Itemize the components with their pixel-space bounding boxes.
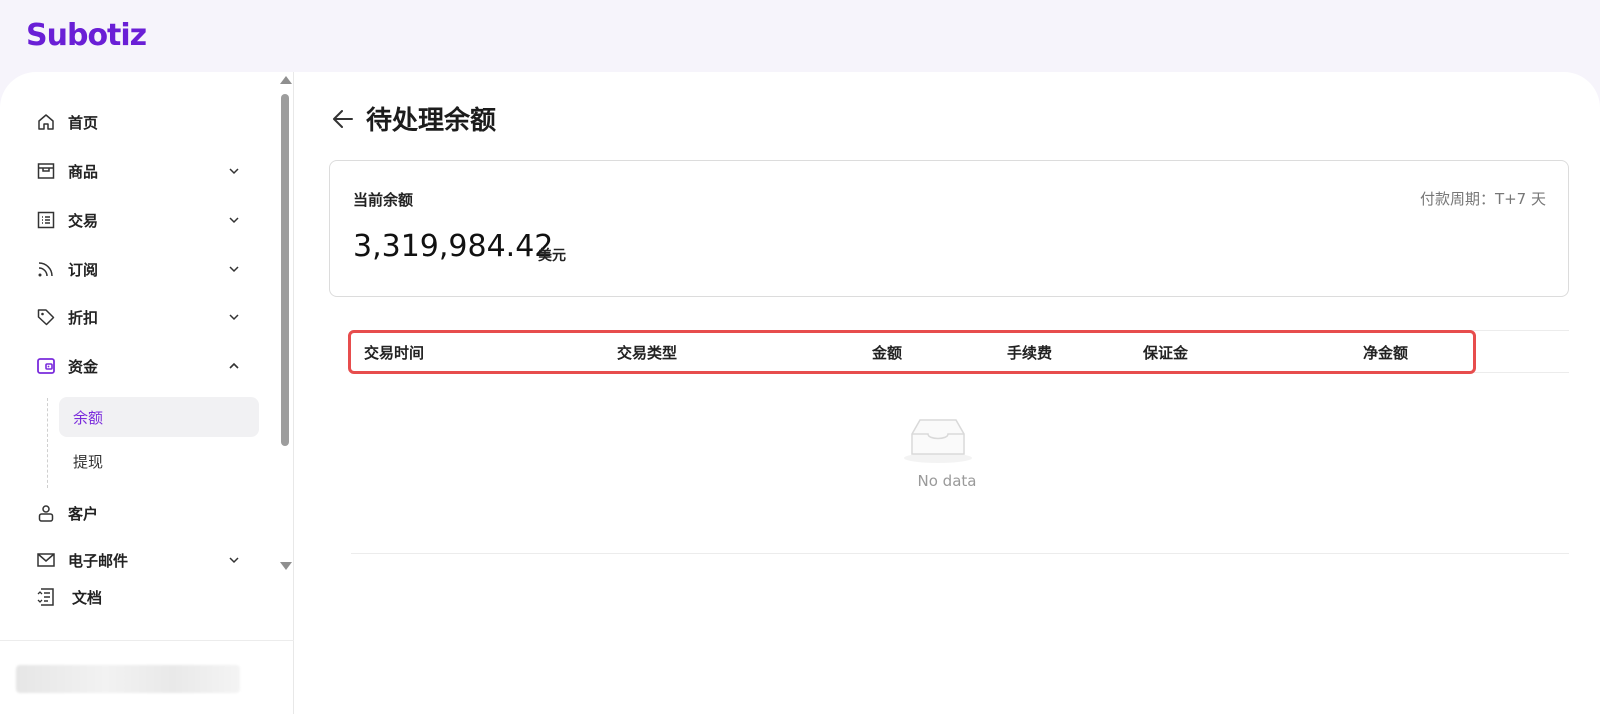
tag-icon (34, 305, 58, 329)
top-bar: Subotiz (0, 0, 1600, 74)
back-arrow-icon[interactable] (330, 108, 356, 130)
sidebar-item-label: 资金 (68, 357, 99, 376)
sidebar-item-label: 客户 (68, 504, 99, 523)
scroll-up-arrow-icon[interactable] (280, 76, 292, 84)
submenu-guide-line (47, 398, 48, 488)
sidebar-item-products[interactable]: 商品 (26, 151, 254, 191)
sidebar-item-customers[interactable]: 客户 (26, 493, 254, 533)
sidebar-item-docs[interactable]: 文档 (26, 577, 254, 617)
chevron-down-icon (229, 314, 239, 321)
sidebar-item-label: 首页 (68, 113, 99, 132)
sidebar-item-email[interactable]: 电子邮件 (26, 540, 254, 572)
header-highlight-box (348, 330, 1476, 374)
sidebar-item-label: 折扣 (68, 308, 99, 327)
store-icon (34, 159, 58, 183)
main-content: 待处理余额 当前余额 付款周期：T+7 天 3,319,984.42 美元 交易… (294, 72, 1600, 714)
sidebar-scrollbar[interactable] (278, 76, 292, 570)
empty-inbox-icon (904, 419, 972, 463)
chevron-down-icon (229, 217, 239, 224)
sidebar-item-subscriptions[interactable]: 订阅 (26, 249, 254, 289)
sidebar-item-label: 文档 (72, 588, 103, 607)
scrollbar-thumb[interactable] (281, 94, 289, 446)
sidebar-item-label: 订阅 (68, 260, 99, 279)
chevron-down-icon (229, 266, 239, 273)
current-balance-label: 当前余额 (353, 191, 414, 209)
payment-cycle-text: 付款周期：T+7 天 (1419, 190, 1546, 208)
balance-amount: 3,319,984.42 (353, 229, 554, 264)
scroll-down-arrow-icon[interactable] (280, 562, 292, 570)
chevron-down-icon (229, 168, 239, 175)
balance-card: 当前余额 付款周期：T+7 天 3,319,984.42 美元 (329, 160, 1569, 297)
app-shell: 首页 商品 交易 订阅 折扣 资金 余额 提现 客户 电子邮件 文档 待处理余额… (0, 72, 1600, 714)
account-info-blurred[interactable] (16, 665, 240, 693)
chevron-down-icon (229, 557, 239, 564)
rss-icon (34, 257, 58, 281)
list-icon (34, 208, 58, 232)
sidebar-subitem-balance[interactable]: 余额 (59, 397, 259, 437)
wallet-icon (34, 354, 58, 378)
sidebar: 首页 商品 交易 订阅 折扣 资金 余额 提现 客户 电子邮件 文档 (0, 72, 294, 714)
page-title: 待处理余额 (366, 106, 497, 136)
mail-icon (34, 548, 58, 572)
brand-logo[interactable]: Subotiz (26, 18, 147, 53)
sidebar-divider (0, 640, 294, 641)
sidebar-subitem-withdraw[interactable]: 提现 (59, 441, 259, 481)
sidebar-item-home[interactable]: 首页 (26, 102, 254, 142)
chevron-up-icon (229, 362, 239, 369)
sidebar-item-label: 电子邮件 (68, 551, 129, 570)
sidebar-nav: 首页 商品 交易 订阅 折扣 资金 余额 提现 客户 电子邮件 (0, 72, 278, 572)
sidebar-item-label: 交易 (68, 211, 99, 230)
sidebar-item-label: 商品 (68, 162, 99, 181)
table-bottom-border (351, 553, 1569, 554)
sidebar-item-transactions[interactable]: 交易 (26, 200, 254, 240)
sidebar-item-discounts[interactable]: 折扣 (26, 297, 254, 337)
sidebar-item-funds[interactable]: 资金 (26, 346, 254, 386)
currency-unit: 美元 (538, 248, 566, 264)
docs-icon (34, 585, 58, 609)
empty-state-text: No data (917, 472, 977, 490)
user-icon (34, 501, 58, 525)
home-icon (34, 110, 58, 134)
